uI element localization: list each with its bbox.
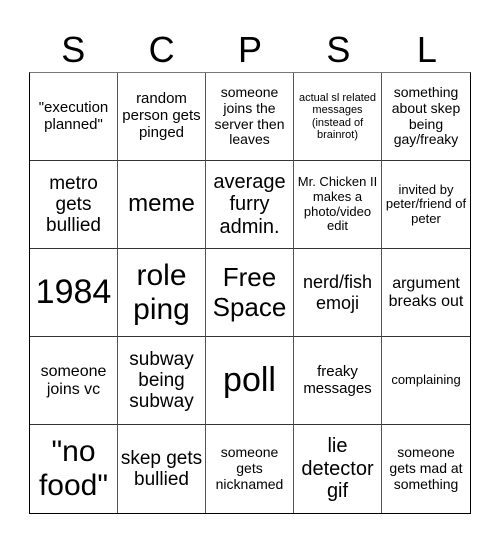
bingo-cell[interactable]: metro gets bullied bbox=[30, 161, 118, 249]
cell-text: complaining bbox=[391, 372, 461, 388]
bingo-header: S C P S L bbox=[29, 28, 471, 72]
cell-text: Mr. Chicken II makes a photo/video edit bbox=[297, 174, 378, 234]
bingo-cell[interactable]: meme bbox=[118, 161, 206, 249]
bingo-cell[interactable]: argument breaks out bbox=[382, 249, 470, 337]
cell-text: someone joins the server then leaves bbox=[214, 84, 285, 148]
cell-text: Free Space bbox=[212, 262, 287, 322]
cell-text: 1984 bbox=[35, 273, 112, 312]
bingo-cell[interactable]: someone joins vc bbox=[30, 337, 118, 425]
bingo-cell[interactable]: freaky messages bbox=[294, 337, 382, 425]
bingo-cell[interactable]: someone joins the server then leaves bbox=[206, 73, 294, 161]
cell-text: lie detector gif bbox=[301, 435, 374, 503]
bingo-cell[interactable]: "no food" bbox=[30, 425, 118, 513]
bingo-cell[interactable]: poll bbox=[206, 337, 294, 425]
free-space-cell[interactable]: Free Space bbox=[206, 249, 294, 337]
cell-text: random person gets pinged bbox=[122, 90, 201, 141]
cell-text: poll bbox=[223, 361, 276, 400]
bingo-grid: "execution planned" random person gets p… bbox=[29, 72, 471, 514]
cell-text: actual sl related messages (instead of b… bbox=[298, 91, 377, 141]
cell-text: argument breaks out bbox=[388, 274, 464, 310]
bingo-cell[interactable]: lie detector gif bbox=[294, 425, 382, 513]
cell-text: meme bbox=[128, 190, 195, 218]
bingo-cell[interactable]: average furry admin. bbox=[206, 161, 294, 249]
bingo-cell[interactable]: 1984 bbox=[30, 249, 118, 337]
cell-text: "execution planned" bbox=[38, 98, 109, 133]
bingo-cell[interactable]: role ping bbox=[118, 249, 206, 337]
header-letter-s: S bbox=[61, 29, 86, 70]
header-letter-s2: S bbox=[326, 29, 351, 70]
cell-text: something about skep being gay/freaky bbox=[391, 84, 461, 148]
bingo-cell[interactable]: skep gets bullied bbox=[118, 425, 206, 513]
cell-text: role ping bbox=[133, 258, 190, 326]
bingo-cell[interactable]: invited by peter/friend of peter bbox=[382, 161, 470, 249]
bingo-cell[interactable]: actual sl related messages (instead of b… bbox=[294, 73, 382, 161]
bingo-cell[interactable]: Mr. Chicken II makes a photo/video edit bbox=[294, 161, 382, 249]
cell-text: average furry admin. bbox=[213, 170, 286, 238]
cell-text: subway being subway bbox=[129, 348, 194, 413]
bingo-cell[interactable]: complaining bbox=[382, 337, 470, 425]
cell-text: skep gets bullied bbox=[120, 447, 203, 490]
cell-text: metro gets bullied bbox=[46, 172, 101, 237]
cell-text: invited by peter/friend of peter bbox=[385, 181, 467, 226]
bingo-cell[interactable]: something about skep being gay/freaky bbox=[382, 73, 470, 161]
cell-text: someone joins vc bbox=[40, 362, 107, 398]
bingo-cell[interactable]: random person gets pinged bbox=[118, 73, 206, 161]
bingo-cell[interactable]: subway being subway bbox=[118, 337, 206, 425]
header-letter-l: L bbox=[416, 29, 437, 70]
header-letter-c: C bbox=[148, 29, 175, 70]
bingo-cell[interactable]: "execution planned" bbox=[30, 73, 118, 161]
cell-text: someone gets nicknamed bbox=[215, 444, 284, 492]
bingo-cell[interactable]: nerd/fish emoji bbox=[294, 249, 382, 337]
cell-text: freaky messages bbox=[303, 362, 372, 397]
cell-text: someone gets mad at something bbox=[389, 444, 463, 492]
bingo-cell[interactable]: someone gets mad at something bbox=[382, 425, 470, 513]
header-letter-p: P bbox=[238, 29, 263, 70]
cell-text: nerd/fish emoji bbox=[302, 272, 373, 313]
cell-text: "no food" bbox=[38, 435, 109, 502]
bingo-cell[interactable]: someone gets nicknamed bbox=[206, 425, 294, 513]
